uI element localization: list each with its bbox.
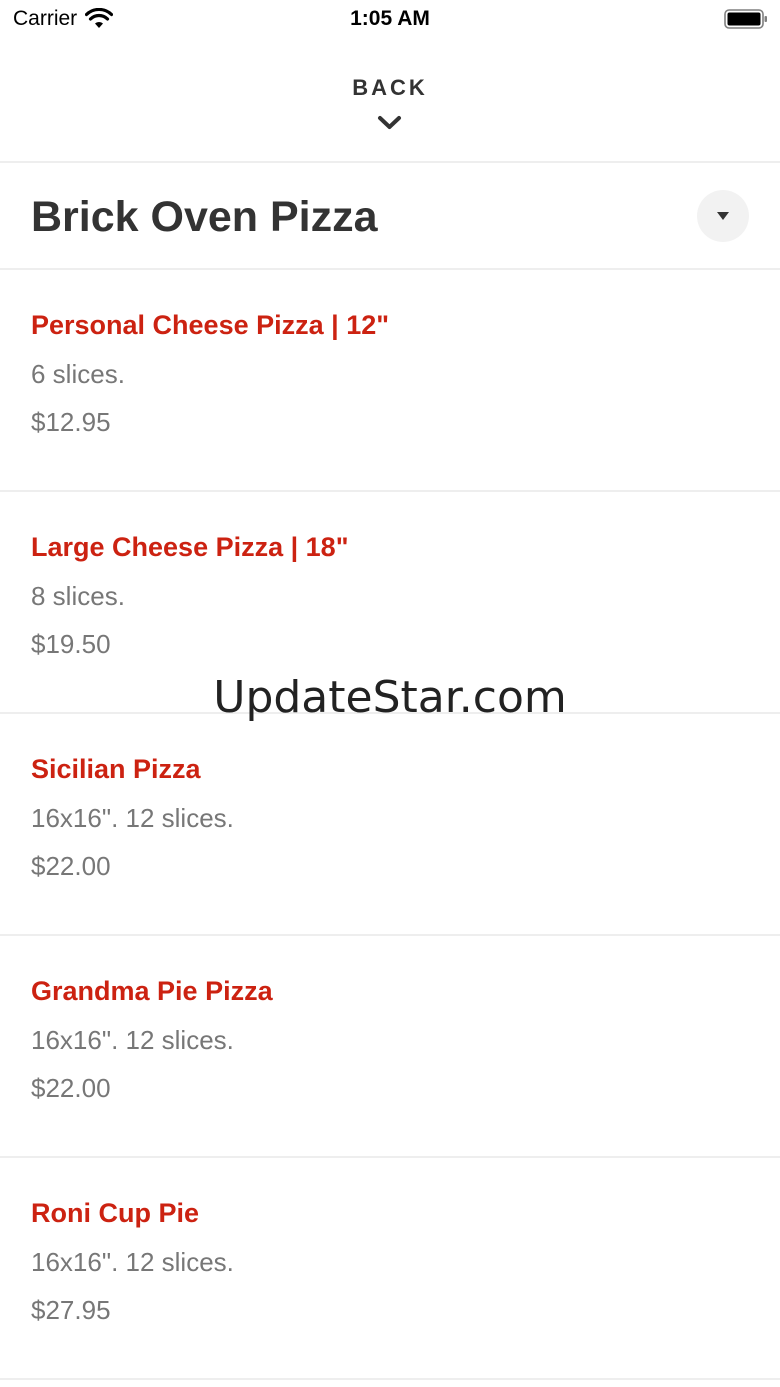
item-price: $12.95	[31, 407, 111, 437]
status-bar: Carrier 1:05 AM	[0, 0, 780, 40]
item-price: $19.50	[31, 629, 111, 659]
item-name: Grandma Pie Pizza	[31, 976, 273, 1006]
item-description: 16x16". 12 slices.	[31, 803, 234, 833]
menu-item[interactable]: Personal Cheese Pizza | 12" 6 slices. $1…	[0, 270, 780, 492]
chevron-down-icon	[378, 116, 401, 129]
item-name: Personal Cheese Pizza | 12"	[31, 310, 390, 340]
menu-list: Personal Cheese Pizza | 12" 6 slices. $1…	[0, 270, 780, 1380]
back-button[interactable]: BACK	[0, 40, 780, 163]
status-time: 1:05 AM	[350, 7, 430, 30]
item-name: Roni Cup Pie	[31, 1198, 199, 1228]
item-description: 16x16". 12 slices.	[31, 1247, 234, 1277]
caret-down-icon	[717, 212, 729, 220]
menu-item[interactable]: Roni Cup Pie 16x16". 12 slices. $27.95	[0, 1158, 780, 1380]
item-description: 8 slices.	[31, 581, 125, 611]
category-dropdown-button[interactable]	[697, 190, 749, 242]
menu-item[interactable]: Grandma Pie Pizza 16x16". 12 slices. $22…	[0, 936, 780, 1158]
watermark: UpdateStar.com	[213, 672, 567, 723]
item-description: 16x16". 12 slices.	[31, 1025, 234, 1055]
item-description: 6 slices.	[31, 359, 125, 389]
item-name: Large Cheese Pizza | 18"	[31, 532, 349, 562]
item-price: $27.95	[31, 1295, 111, 1325]
back-label: BACK	[352, 75, 428, 100]
app-screen: Carrier 1:05 AM BACK Brick Oven Pizza Pe…	[0, 0, 780, 1387]
item-price: $22.00	[31, 851, 111, 881]
battery-icon	[724, 9, 767, 29]
item-name: Sicilian Pizza	[31, 754, 201, 784]
item-price: $22.00	[31, 1073, 111, 1103]
menu-item[interactable]: Sicilian Pizza 16x16". 12 slices. $22.00	[0, 714, 780, 936]
category-title: Brick Oven Pizza	[31, 193, 378, 241]
category-header: Brick Oven Pizza	[0, 163, 780, 270]
